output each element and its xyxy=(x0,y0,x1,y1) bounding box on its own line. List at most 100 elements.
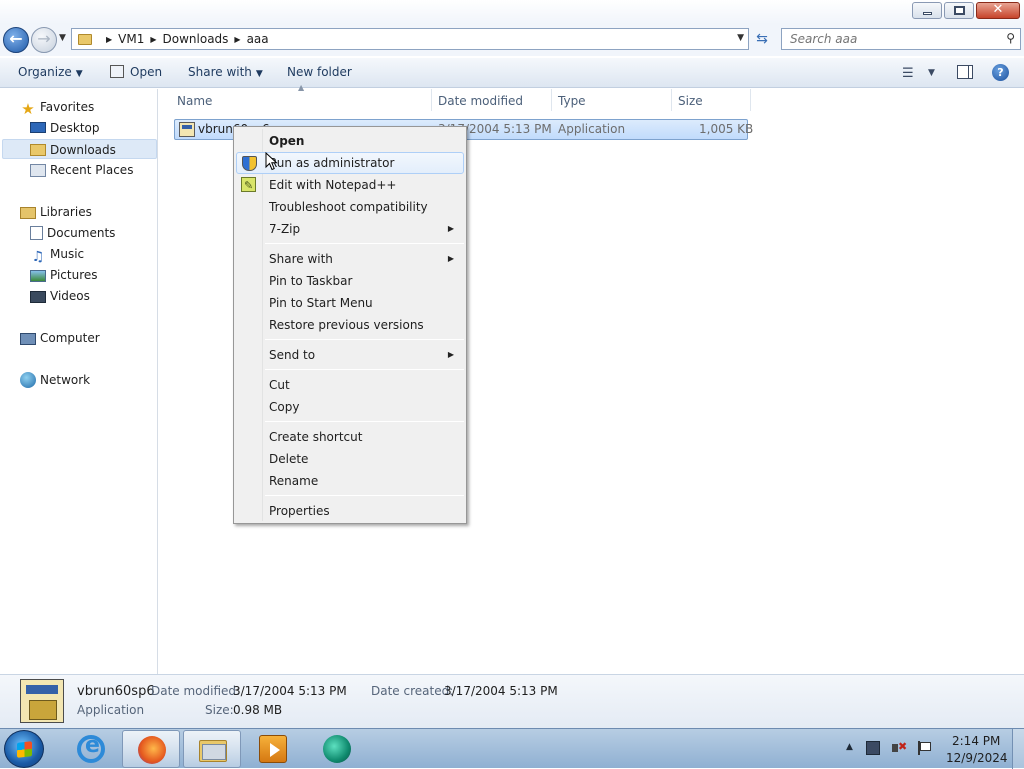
nav-documents[interactable]: Documents xyxy=(30,223,115,243)
breadcrumb-aaa[interactable]: aaa xyxy=(247,32,269,46)
show-desktop-button[interactable] xyxy=(1012,729,1024,769)
menu-item-7zip[interactable]: 7-Zip ▶ xyxy=(236,218,464,240)
chevron-right-icon[interactable]: ▶ xyxy=(150,35,156,44)
menu-item-pin-to-taskbar[interactable]: Pin to Taskbar xyxy=(236,270,464,292)
share-with-button[interactable]: Share with ▼ xyxy=(188,58,263,87)
menu-item-cut-label: Cut xyxy=(269,378,290,392)
application-large-icon xyxy=(20,679,64,723)
clock-date[interactable]: 12/9/2024 xyxy=(946,751,1008,765)
restore-button[interactable] xyxy=(944,2,974,19)
minimize-button[interactable] xyxy=(912,2,942,19)
search-box[interactable]: ⚲ xyxy=(781,28,1021,50)
menu-item-open[interactable]: Open xyxy=(236,130,464,152)
window-controls: ✕ xyxy=(912,2,1020,19)
nav-videos[interactable]: Videos xyxy=(30,286,90,306)
address-history-dropdown[interactable]: ▼ xyxy=(737,33,744,43)
nav-favorites[interactable]: ★ Favorites xyxy=(20,97,94,117)
refresh-button[interactable]: ⇆ xyxy=(752,30,772,50)
clock-time[interactable]: 2:14 PM xyxy=(952,734,1000,748)
menu-item-delete[interactable]: Delete xyxy=(236,448,464,470)
open-icon xyxy=(110,65,124,78)
column-divider[interactable] xyxy=(431,89,432,111)
preview-pane-icon[interactable] xyxy=(957,65,973,79)
nav-recent-places[interactable]: Recent Places xyxy=(30,160,133,180)
nav-libraries[interactable]: Libraries xyxy=(20,202,92,222)
menu-separator xyxy=(265,339,464,340)
start-button[interactable] xyxy=(4,730,44,768)
pictures-icon xyxy=(30,270,46,282)
menu-item-pin-to-start-menu-label: Pin to Start Menu xyxy=(269,296,373,310)
taskbar-windows-explorer[interactable] xyxy=(183,730,241,768)
videos-icon xyxy=(30,291,46,303)
column-divider[interactable] xyxy=(551,89,552,111)
menu-item-create-shortcut[interactable]: Create shortcut xyxy=(236,426,464,448)
chevron-right-icon[interactable]: ▶ xyxy=(234,35,240,44)
music-icon: ♫ xyxy=(31,249,45,265)
star-icon: ★ xyxy=(21,100,35,118)
nav-libraries-label: Libraries xyxy=(40,205,92,219)
nav-music[interactable]: ♫ Music xyxy=(30,244,84,264)
menu-item-properties[interactable]: Properties xyxy=(236,500,464,522)
nav-desktop[interactable]: Desktop xyxy=(30,118,100,138)
address-bar[interactable]: ▶ VM1 ▶ Downloads ▶ aaa ▼ xyxy=(71,28,749,50)
menu-item-pin-to-start-menu[interactable]: Pin to Start Menu xyxy=(236,292,464,314)
menu-separator xyxy=(265,243,464,244)
folder-icon xyxy=(78,33,92,45)
menu-item-properties-label: Properties xyxy=(269,504,330,518)
downloads-folder-icon xyxy=(30,144,46,156)
menu-item-troubleshoot-compatibility[interactable]: Troubleshoot compatibility xyxy=(236,196,464,218)
menu-item-delete-label: Delete xyxy=(269,452,309,466)
nav-downloads[interactable]: Downloads xyxy=(2,139,157,159)
search-icon[interactable]: ⚲ xyxy=(1006,31,1015,45)
column-header-size[interactable]: Size xyxy=(678,89,703,113)
nav-network[interactable]: Network xyxy=(20,370,90,390)
menu-item-edit-with-notepadpp[interactable]: Edit with Notepad++ xyxy=(236,174,464,197)
nav-documents-label: Documents xyxy=(47,226,116,240)
open-button[interactable]: Open xyxy=(110,58,162,87)
taskbar-firefox[interactable] xyxy=(122,730,180,768)
taskbar-media-player[interactable] xyxy=(244,730,302,768)
details-file-name: vbrun60sp6 xyxy=(77,684,155,699)
nav-pictures[interactable]: Pictures xyxy=(30,265,98,285)
network-tray-icon[interactable] xyxy=(866,741,880,755)
menu-item-cut[interactable]: Cut xyxy=(236,374,464,396)
menu-item-copy[interactable]: Copy xyxy=(236,396,464,418)
media-player-icon xyxy=(259,735,287,763)
organize-button[interactable]: Organize ▼ xyxy=(18,58,83,87)
recent-pages-dropdown[interactable]: ▼ xyxy=(59,33,66,43)
column-header-name[interactable]: Name xyxy=(177,89,212,113)
taskbar-internet-explorer[interactable] xyxy=(62,730,120,768)
search-input[interactable] xyxy=(788,29,998,49)
menu-item-share-with[interactable]: Share with ▶ xyxy=(236,248,464,270)
views-dropdown-icon[interactable]: ▼ xyxy=(928,68,935,78)
forward-button[interactable]: → xyxy=(31,27,57,53)
nav-pictures-label: Pictures xyxy=(50,268,98,282)
close-icon: ✕ xyxy=(992,2,1004,17)
show-hidden-icons-icon[interactable]: ▲ xyxy=(846,742,860,756)
close-button[interactable]: ✕ xyxy=(976,2,1020,19)
nav-computer[interactable]: Computer xyxy=(20,328,100,348)
column-divider[interactable] xyxy=(750,89,751,111)
nav-music-label: Music xyxy=(50,247,85,261)
menu-item-send-to[interactable]: Send to ▶ xyxy=(236,344,464,366)
breadcrumb-downloads[interactable]: Downloads xyxy=(163,32,229,46)
computer-icon xyxy=(20,333,36,345)
chevron-down-icon: ▼ xyxy=(255,69,263,79)
menu-item-restore-previous-versions[interactable]: Restore previous versions xyxy=(236,314,464,336)
action-center-flag-icon[interactable] xyxy=(917,741,931,755)
menu-item-rename[interactable]: Rename xyxy=(236,470,464,492)
back-button[interactable]: ← xyxy=(3,27,29,53)
column-header-type[interactable]: Type xyxy=(558,89,586,113)
nav-favorites-label: Favorites xyxy=(40,100,95,114)
chevron-right-icon[interactable]: ▶ xyxy=(106,35,112,44)
new-folder-button[interactable]: New folder xyxy=(287,58,352,87)
breadcrumb-vm1[interactable]: VM1 xyxy=(118,32,144,46)
volume-muted-icon[interactable] xyxy=(892,740,907,755)
taskbar-app[interactable] xyxy=(308,730,366,768)
column-header-date-modified[interactable]: Date modified xyxy=(438,89,523,113)
help-icon[interactable]: ? xyxy=(992,64,1009,81)
views-icon[interactable]: ☰ xyxy=(902,66,914,81)
firefox-icon xyxy=(138,736,166,764)
column-divider[interactable] xyxy=(671,89,672,111)
restore-icon xyxy=(954,6,965,15)
